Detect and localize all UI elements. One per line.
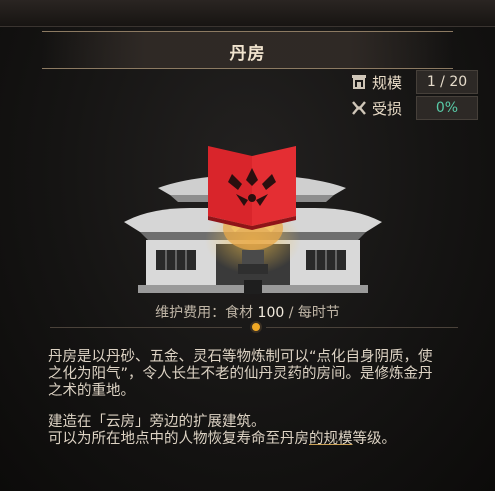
panel-title: 丹房: [229, 44, 266, 64]
description-line: 可以为所在地点中的人物恢复寿命至丹房的规模等级。: [48, 431, 458, 448]
maintenance-cost: 维护费用：食材 100 / 每时节: [0, 302, 495, 322]
top-strip: [0, 0, 495, 27]
divider-ornament: [250, 321, 262, 333]
description-line: 之术的重地。: [48, 383, 135, 399]
description-line: 建造在「云房」旁边的扩展建筑。: [48, 414, 266, 430]
divider-right: [266, 327, 458, 328]
damage-value: 0%: [416, 96, 478, 120]
alchemy-room-illustration: [124, 146, 382, 294]
title-bar: 丹房: [42, 31, 453, 69]
scale-term-link[interactable]: 的规模: [309, 431, 353, 447]
description-line: 之化为阳气”，令人长生不老的仙丹灵药的房间。是修炼金丹: [48, 366, 433, 382]
description: 丹房是以丹砂、五金、灵石等物炼制可以“点化自身阴质，使 之化为阳气”，令人长生不…: [48, 349, 458, 448]
scale-icon: [352, 75, 366, 89]
divider-left: [50, 327, 242, 328]
building-info-panel: 丹房 规模 1 / 20 受损 0% 维护费用：食材 100 / 每时节 丹房是…: [0, 0, 495, 491]
maintenance-prefix: 维护费用：食材: [155, 305, 254, 321]
scale-label: 规模: [372, 73, 403, 92]
description-text: 可以为所在地点中的人物恢复寿命至丹房: [48, 431, 309, 447]
damage-icon: [352, 101, 366, 115]
maintenance-suffix: / 每时节: [288, 305, 340, 321]
description-text: 等级。: [352, 431, 397, 447]
description-line: 丹房是以丹砂、五金、灵石等物炼制可以“点化自身阴质，使: [48, 349, 433, 365]
stat-damage: 受损 0%: [350, 96, 478, 120]
damage-label: 受损: [372, 99, 403, 118]
maintenance-amount: 100: [257, 305, 285, 321]
scale-value: 1 / 20: [416, 70, 478, 94]
stat-scale: 规模 1 / 20: [350, 70, 478, 94]
